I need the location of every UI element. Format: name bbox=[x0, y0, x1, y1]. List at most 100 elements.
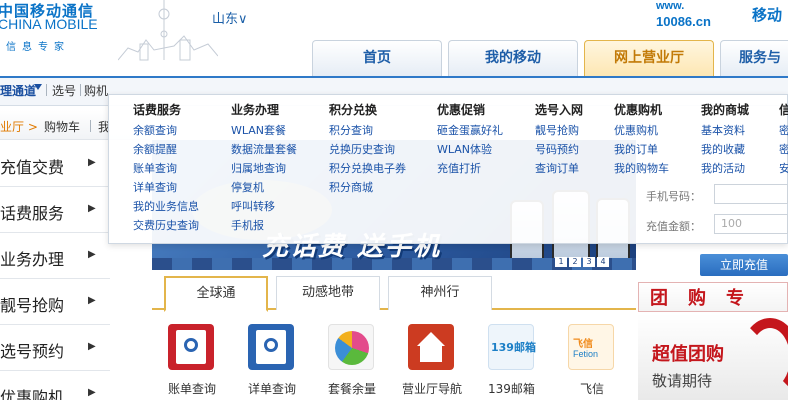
app-label[interactable]: 账单查询 bbox=[168, 380, 216, 397]
mail-139-icon[interactable]: 139邮箱 bbox=[488, 324, 536, 370]
dropdown-link[interactable]: 密 bbox=[779, 141, 788, 157]
dropdown-link[interactable]: 积分商城 bbox=[329, 179, 373, 195]
app-label[interactable]: 营业厅导航 bbox=[402, 380, 462, 397]
dropdown-heading[interactable]: 选号入网 bbox=[535, 101, 583, 118]
banner-pager: 1234 bbox=[555, 253, 611, 267]
sidebar-item-label: 优惠购机 bbox=[0, 388, 65, 400]
dropdown-heading[interactable]: 业务办理 bbox=[231, 101, 279, 118]
dropdown-link[interactable]: 查询订单 bbox=[535, 160, 579, 176]
banner-page-1[interactable]: 1 bbox=[555, 257, 567, 267]
dropdown-link[interactable]: 呼叫转移 bbox=[231, 198, 275, 214]
dropdown-link[interactable]: 我的业务信息 bbox=[133, 198, 199, 214]
group-buy-coming-soon: 敬请期待 bbox=[652, 372, 713, 390]
dropdown-link[interactable]: 我的活动 bbox=[701, 160, 745, 176]
detail-search-icon[interactable] bbox=[248, 324, 294, 370]
breadcrumb-online-hall[interactable]: 业厅 > bbox=[0, 118, 38, 135]
recharge-button[interactable]: 立即充值 bbox=[700, 254, 788, 276]
dropdown-link[interactable]: 我的购物车 bbox=[614, 160, 669, 176]
nav-tab-online-hall[interactable]: 网上营业厅 bbox=[584, 40, 714, 76]
sidebar-item-vip-number[interactable]: 靓号抢购 ▶ bbox=[0, 280, 110, 325]
dropdown-heading[interactable]: 优惠促销 bbox=[437, 101, 485, 118]
chevron-right-icon: ▶ bbox=[88, 387, 96, 398]
phone-number-input[interactable] bbox=[714, 184, 788, 204]
group-buy-title[interactable]: 团购专 bbox=[650, 284, 764, 310]
dropdown-link[interactable]: WLAN体验 bbox=[437, 141, 492, 157]
app-label[interactable]: 飞信 bbox=[580, 380, 604, 397]
divider bbox=[46, 84, 47, 96]
banner-page-4[interactable]: 4 bbox=[597, 257, 609, 267]
dropdown-heading[interactable]: 我的商城 bbox=[701, 101, 749, 118]
phone-number-label: 手机号码： bbox=[646, 190, 701, 203]
dropdown-link[interactable]: 密 bbox=[779, 122, 788, 138]
sidebar-item-label: 业务办理 bbox=[0, 250, 65, 269]
pie-chart-icon[interactable] bbox=[328, 324, 374, 370]
store-house-icon[interactable] bbox=[408, 324, 454, 370]
brand-right-text: 移动 bbox=[752, 6, 783, 24]
page-root: 中国移动通信 CHINA MOBILE 信息专家 山东∨ www. 10086.… bbox=[0, 0, 788, 400]
dropdown-link[interactable]: 归属地查询 bbox=[231, 160, 286, 176]
dropdown-link[interactable]: 积分查询 bbox=[329, 122, 373, 138]
dropdown-link[interactable]: 号码预约 bbox=[535, 141, 579, 157]
chevron-right-icon: ▶ bbox=[88, 249, 96, 260]
dropdown-link[interactable]: 详单查询 bbox=[133, 179, 177, 195]
dropdown-heading[interactable]: 优惠购机 bbox=[614, 101, 662, 118]
amount-label: 充值金额： bbox=[646, 220, 701, 233]
dropdown-link[interactable]: 交费历史查询 bbox=[133, 217, 199, 233]
subnav-buy-phone[interactable]: 购机 bbox=[84, 82, 108, 99]
dropdown-heading[interactable]: 积分兑换 bbox=[329, 101, 377, 118]
tab-mzone[interactable]: 动感地带 bbox=[276, 276, 380, 310]
dropdown-link[interactable]: 兑换历史查询 bbox=[329, 141, 395, 157]
dropdown-heading[interactable]: 话费服务 bbox=[133, 101, 181, 118]
app-label[interactable]: 套餐余量 bbox=[328, 380, 376, 397]
dropdown-link[interactable]: 手机报 bbox=[231, 217, 264, 233]
breadcrumb-cart[interactable]: 购物车 bbox=[44, 118, 80, 135]
nav-tab-my-mobile[interactable]: 我的移动 bbox=[448, 40, 578, 76]
tab-gotone[interactable]: 全球通 bbox=[164, 276, 268, 312]
sidebar-item-bill-service[interactable]: 话费服务 ▶ bbox=[0, 188, 110, 233]
chevron-right-icon: ▶ bbox=[88, 341, 96, 352]
sidebar-item-label: 充值交费 bbox=[0, 158, 65, 177]
banner-page-2[interactable]: 2 bbox=[569, 257, 581, 267]
province-selector[interactable]: 山东∨ bbox=[212, 8, 248, 27]
chevron-right-icon: ▶ bbox=[88, 157, 96, 168]
sidebar-item-recharge[interactable]: 充值交费 ▶ bbox=[0, 142, 110, 187]
site-url-top: www. bbox=[656, 0, 685, 12]
tab-easyown[interactable]: 神州行 bbox=[388, 276, 492, 310]
dropdown-link[interactable]: 砸金蛋赢好礼 bbox=[437, 122, 503, 138]
amount-select[interactable]: 100 bbox=[714, 214, 788, 234]
logo-english-text: CHINA MOBILE bbox=[0, 16, 98, 32]
sidebar-item-number-reserve[interactable]: 选号预约 ▶ bbox=[0, 326, 110, 371]
fetion-icon[interactable]: 飞信 Fetion bbox=[568, 324, 614, 370]
dropdown-link[interactable]: 靓号抢购 bbox=[535, 122, 579, 138]
group-buy-slogan: 超值团购 bbox=[652, 344, 724, 365]
dropdown-link[interactable]: 积分兑换电子券 bbox=[329, 160, 406, 176]
dropdown-link[interactable]: 余额查询 bbox=[133, 122, 177, 138]
dropdown-link[interactable]: 基本资料 bbox=[701, 122, 745, 138]
subnav-channel[interactable]: 理通道 bbox=[0, 82, 36, 99]
dropdown-link[interactable]: 账单查询 bbox=[133, 160, 177, 176]
app-label[interactable]: 详单查询 bbox=[248, 380, 296, 397]
sidebar-item-label: 靓号抢购 bbox=[0, 296, 65, 315]
sidebar-item-discount-phone[interactable]: 优惠购机 ▶ bbox=[0, 372, 110, 400]
site-url[interactable]: 10086.cn bbox=[656, 14, 711, 29]
dropdown-link[interactable]: WLAN套餐 bbox=[231, 122, 286, 138]
divider bbox=[90, 120, 91, 132]
subnav-select-number[interactable]: 选号 bbox=[52, 82, 76, 99]
nav-tab-service[interactable]: 服务与 bbox=[720, 40, 788, 76]
dropdown-link[interactable]: 停复机 bbox=[231, 179, 264, 195]
dropdown-heading[interactable]: 信 bbox=[779, 101, 788, 118]
bill-search-icon[interactable] bbox=[168, 324, 214, 370]
banner-page-3[interactable]: 3 bbox=[583, 257, 595, 267]
chevron-down-icon bbox=[34, 84, 42, 90]
dropdown-link[interactable]: 余额提醒 bbox=[133, 141, 177, 157]
dropdown-link[interactable]: 充值打折 bbox=[437, 160, 481, 176]
logo-slogan: 信息专家 bbox=[6, 42, 70, 53]
dropdown-link[interactable]: 安 bbox=[779, 160, 788, 176]
dropdown-link[interactable]: 我的订单 bbox=[614, 141, 658, 157]
dropdown-link[interactable]: 我的收藏 bbox=[701, 141, 745, 157]
dropdown-link[interactable]: 优惠购机 bbox=[614, 122, 658, 138]
app-label[interactable]: 139邮箱 bbox=[488, 380, 535, 397]
nav-tab-home[interactable]: 首页 bbox=[312, 40, 442, 76]
dropdown-link[interactable]: 数据流量套餐 bbox=[231, 141, 297, 157]
sidebar-item-business[interactable]: 业务办理 ▶ bbox=[0, 234, 110, 279]
